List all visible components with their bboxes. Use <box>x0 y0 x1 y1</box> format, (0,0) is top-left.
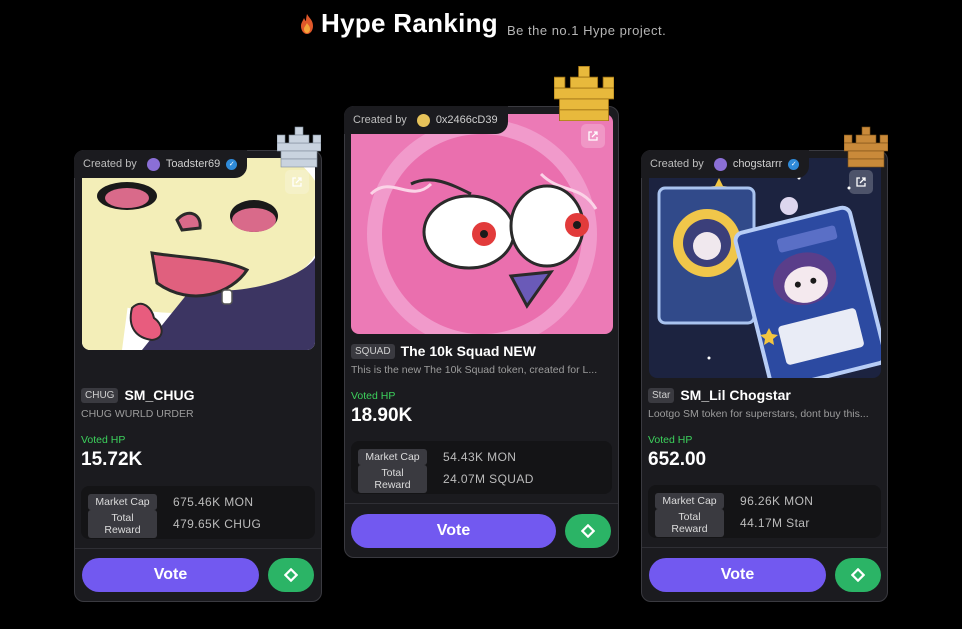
external-link-icon[interactable] <box>581 124 605 148</box>
voted-hp-value: 18.90K <box>351 405 413 426</box>
market-cap-value: 675.46K MON <box>173 495 254 509</box>
total-reward-label: Total Reward <box>88 510 157 538</box>
token-image[interactable] <box>351 114 613 334</box>
share-button[interactable] <box>268 558 314 592</box>
vote-button[interactable]: Vote <box>351 514 556 548</box>
token-info: CHUG SM_CHUG CHUG WURLD URDER Voted HP 1… <box>81 387 315 471</box>
token-name: The 10k Squad NEW <box>400 343 536 359</box>
created-by-label: Created by <box>83 158 137 170</box>
ranking-card-2: Created by Toadster69 ✓ CHUG SM_CHUG CHU… <box>74 150 322 602</box>
ranking-card-3: Created by chogstarrr ✓ Star SM_Lil Chog… <box>641 150 888 602</box>
share-button[interactable] <box>835 558 881 592</box>
token-description: CHUG WURLD URDER <box>81 408 194 420</box>
market-cap-value: 96.26K MON <box>740 494 814 508</box>
diamond-icon <box>284 568 298 582</box>
total-reward-value: 24.07M SQUAD <box>443 472 534 486</box>
creator-name: chogstarrr <box>732 158 783 170</box>
external-link-icon[interactable] <box>849 170 873 194</box>
ranking-card-1: Created by 0x2466cD39 SQUAD The 10k Squa… <box>344 106 619 558</box>
creator-avatar <box>416 113 430 127</box>
created-by-label: Created by <box>353 114 407 126</box>
voted-hp-label: Voted HP <box>351 390 396 402</box>
divider <box>75 548 321 549</box>
market-cap-label: Market Cap <box>88 494 157 510</box>
page-title: Hype Ranking <box>321 8 498 38</box>
created-by-label: Created by <box>650 158 704 170</box>
vote-button[interactable]: Vote <box>82 558 259 592</box>
token-name: SM_CHUG <box>124 387 195 403</box>
creator-name: Toadster69 <box>165 158 221 170</box>
market-cap-label: Market Cap <box>358 449 427 465</box>
market-cap-value: 54.43K MON <box>443 450 517 464</box>
page-subtitle: Be the no.1 Hype project. <box>507 23 667 38</box>
token-image[interactable] <box>82 158 315 350</box>
token-info: SQUAD The 10k Squad NEW This is the new … <box>351 343 612 427</box>
bronze-crown-icon <box>844 126 888 168</box>
voted-hp-label: Voted HP <box>81 434 126 446</box>
market-cap-label: Market Cap <box>655 493 724 509</box>
token-stats: Market Cap 54.43K MON Total Reward 24.07… <box>351 441 612 494</box>
token-description: Lootgo SM token for superstars, dont buy… <box>648 408 869 420</box>
creator-badge[interactable]: Created by 0x2466cD39 <box>344 106 508 134</box>
creator-name: 0x2466cD39 <box>435 114 498 126</box>
token-description: This is the new The 10k Squad token, cre… <box>351 364 598 376</box>
external-link-icon[interactable] <box>285 170 309 194</box>
token-ticker: Star <box>648 387 675 403</box>
voted-hp-value: 652.00 <box>648 449 707 470</box>
creator-badge[interactable]: Created by Toadster69 ✓ <box>74 150 248 178</box>
total-reward-value: 44.17M Star <box>740 516 810 530</box>
total-reward-label: Total Reward <box>358 465 427 493</box>
verified-icon: ✓ <box>226 158 238 170</box>
gold-crown-icon <box>554 66 614 121</box>
share-button[interactable] <box>565 514 611 548</box>
token-stats: Market Cap 675.46K MON Total Reward 479.… <box>81 486 315 539</box>
vote-button[interactable]: Vote <box>649 558 826 592</box>
total-reward-value: 479.65K CHUG <box>173 517 262 531</box>
diamond-icon <box>581 524 595 538</box>
voted-hp-value: 15.72K <box>81 449 143 470</box>
diamond-icon <box>851 568 865 582</box>
creator-badge[interactable]: Created by chogstarrr ✓ <box>641 150 810 178</box>
token-stats: Market Cap 96.26K MON Total Reward 44.17… <box>648 485 881 538</box>
creator-avatar <box>713 157 727 171</box>
voted-hp-label: Voted HP <box>648 434 693 446</box>
silver-crown-icon <box>277 126 321 168</box>
page-header: Hype Ranking Be the no.1 Hype project. <box>0 8 962 42</box>
token-ticker: SQUAD <box>351 343 395 359</box>
divider <box>642 547 887 548</box>
total-reward-label: Total Reward <box>655 509 724 537</box>
token-name: SM_Lil Chogstar <box>680 387 791 403</box>
token-info: Star SM_Lil Chogstar Lootgo SM token for… <box>648 387 881 471</box>
flame-icon <box>301 14 313 34</box>
divider <box>345 503 618 504</box>
token-image[interactable] <box>649 158 881 378</box>
verified-icon: ✓ <box>788 158 800 170</box>
creator-avatar <box>146 157 160 171</box>
token-ticker: CHUG <box>81 387 119 403</box>
